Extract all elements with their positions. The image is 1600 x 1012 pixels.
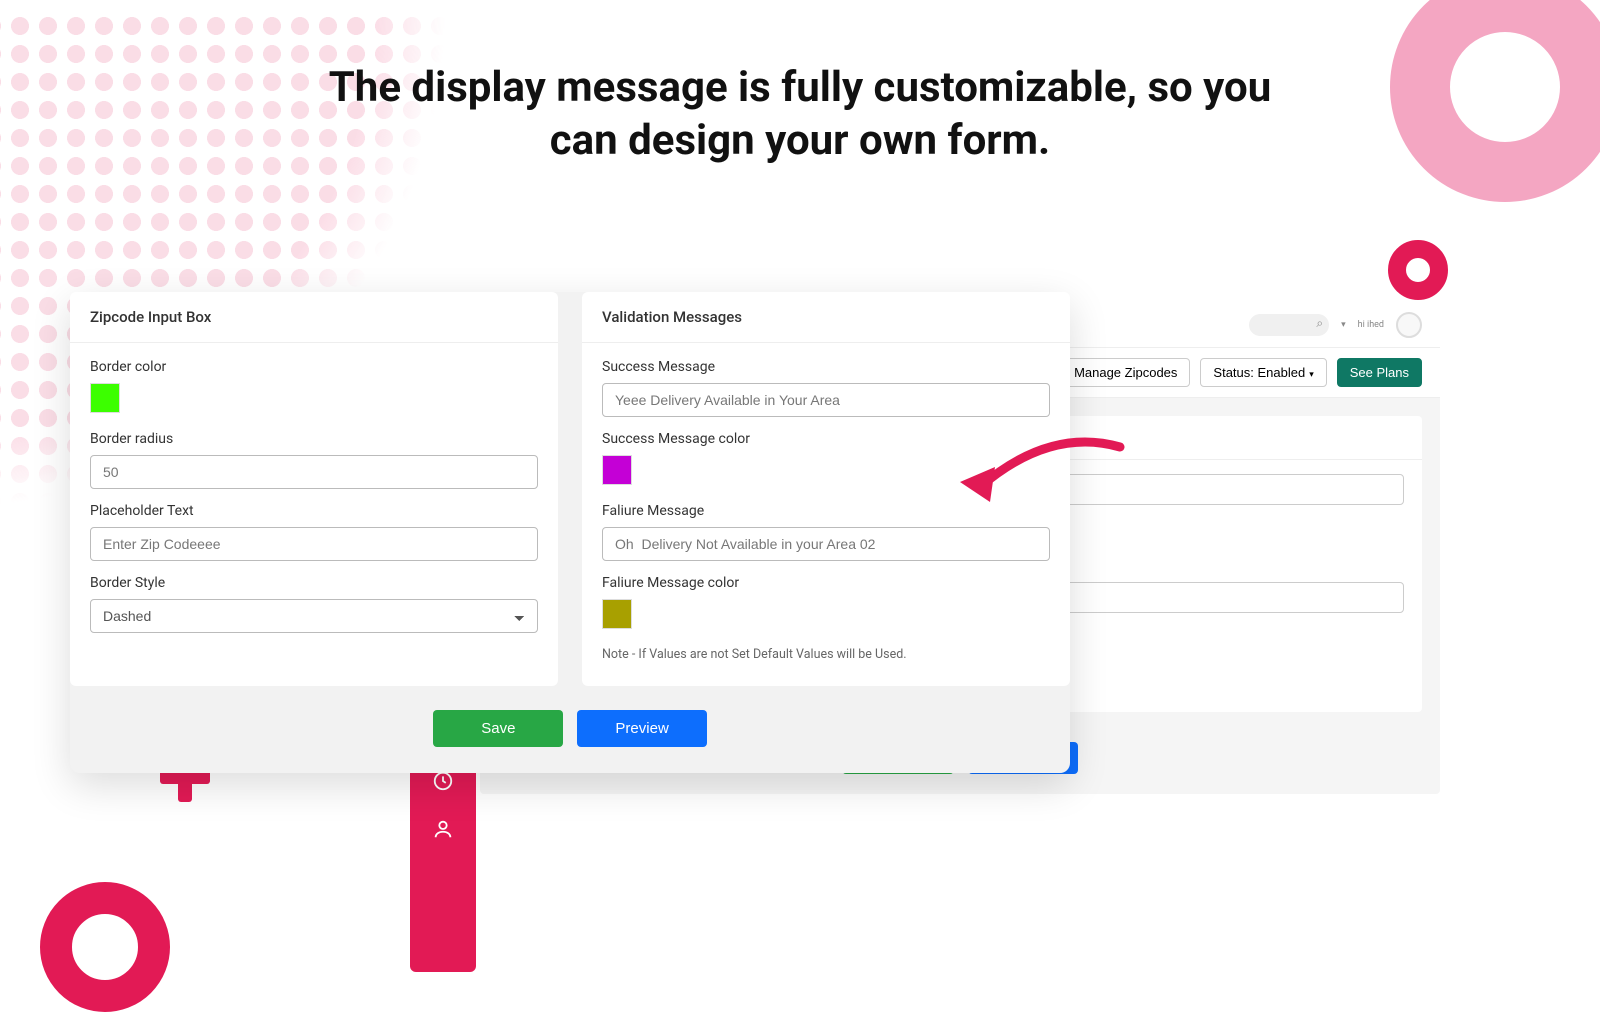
success-message-label: Success Message — [602, 359, 1050, 375]
decor-ring-pink — [1390, 0, 1600, 202]
border-style-label: Border Style — [90, 575, 538, 591]
border-radius-input[interactable] — [90, 455, 538, 489]
topbar-text: hi ihed — [1358, 320, 1384, 330]
clock-icon — [432, 770, 454, 792]
defaults-note: Note - If Values are not Set Default Val… — [602, 647, 1050, 662]
failure-message-label: Faliure Message — [602, 503, 1050, 519]
decor-sidebar-fragment — [410, 752, 476, 972]
decor-ring-red-bottom — [40, 882, 170, 1012]
failure-color-label: Faliure Message color — [602, 575, 1050, 591]
failure-message-input[interactable] — [602, 527, 1050, 561]
placeholder-text-label: Placeholder Text — [90, 503, 538, 519]
foreground-settings-card: Zipcode Input Box Border color Border ra… — [70, 292, 1070, 773]
user-icon — [432, 818, 454, 840]
see-plans-button[interactable]: See Plans — [1337, 358, 1422, 387]
zipcode-input-box-panel: Zipcode Input Box Border color Border ra… — [70, 292, 558, 686]
decor-ring-red-small — [1388, 240, 1448, 300]
dropdown-caret-icon[interactable]: ▾ — [1341, 320, 1346, 330]
search-input[interactable] — [1249, 314, 1329, 336]
failure-color-swatch[interactable] — [602, 599, 632, 629]
border-color-label: Border color — [90, 359, 538, 375]
border-color-swatch[interactable] — [90, 383, 120, 413]
headline: The display message is fully customizabl… — [300, 62, 1300, 167]
success-color-label: Success Message color — [602, 431, 1050, 447]
avatar[interactable] — [1396, 312, 1422, 338]
success-color-swatch[interactable] — [602, 455, 632, 485]
placeholder-text-input[interactable] — [90, 527, 538, 561]
border-style-select[interactable]: Dashed — [90, 599, 538, 633]
preview-button[interactable]: Preview — [577, 710, 706, 747]
fg-action-buttons: Save Preview — [70, 686, 1070, 773]
status-dropdown[interactable]: Status: Enabled▾ — [1200, 358, 1326, 387]
success-message-input[interactable] — [602, 383, 1050, 417]
zipcode-panel-title: Zipcode Input Box — [70, 292, 558, 343]
border-radius-label: Border radius — [90, 431, 538, 447]
validation-panel-title: Validation Messages — [582, 292, 1070, 343]
save-button[interactable]: Save — [433, 710, 563, 747]
manage-zipcodes-button[interactable]: Manage Zipcodes — [1061, 358, 1190, 387]
validation-messages-panel: Validation Messages Success Message Succ… — [582, 292, 1070, 686]
